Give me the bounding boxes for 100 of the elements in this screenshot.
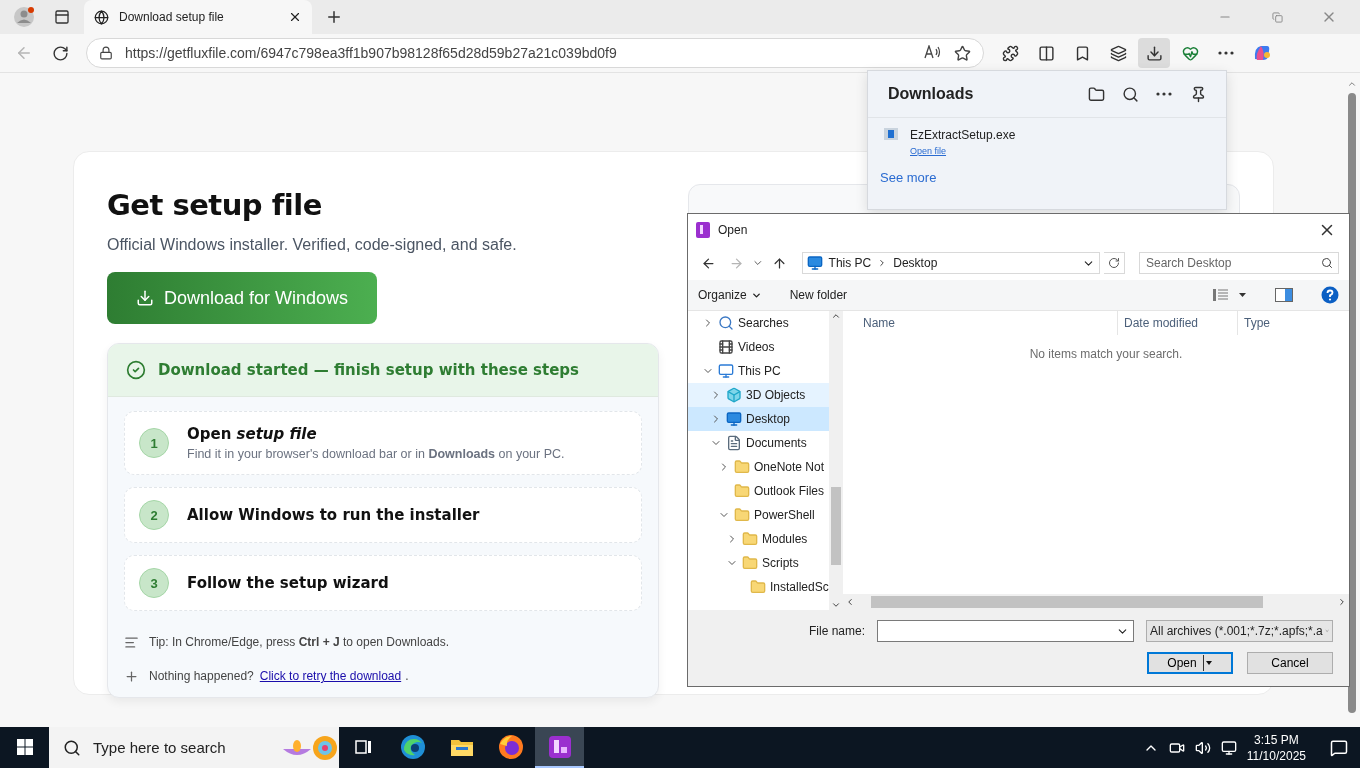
command-button[interactable]: New folder xyxy=(789,288,848,302)
document-icon xyxy=(726,435,742,451)
notifications-icon[interactable] xyxy=(1330,738,1348,757)
folder-icon xyxy=(734,483,750,499)
step-number: 3 xyxy=(139,568,169,598)
archive-app-icon xyxy=(696,222,710,238)
folder-icon xyxy=(750,579,766,595)
tree-item[interactable]: Documents xyxy=(688,431,829,455)
dialog-button[interactable]: Cancel xyxy=(1247,652,1333,674)
refresh-icon xyxy=(1107,257,1120,269)
view-options-icon[interactable] xyxy=(1213,289,1247,301)
heart-pulse-icon xyxy=(1181,44,1199,62)
folder-icon xyxy=(734,459,750,475)
clock[interactable]: 3:15 PM 11/10/2025 xyxy=(1246,731,1306,764)
volume-icon[interactable] xyxy=(1194,739,1211,756)
file-name-field[interactable] xyxy=(877,620,1134,642)
tree-item[interactable]: OneNote Not xyxy=(688,455,829,479)
horizontal-scrollbar[interactable] xyxy=(843,594,1349,610)
network-icon[interactable] xyxy=(1220,739,1237,756)
scroll-thumb[interactable] xyxy=(831,486,841,565)
tree-scrollbar[interactable] xyxy=(829,311,843,610)
tree-item[interactable]: InstalledSc xyxy=(688,575,829,599)
address-bar[interactable]: https://getfluxfile.com/6947c798ea3ff1b907b98128f65d28d59b27a21c039bd0f9 xyxy=(86,38,984,68)
taskbar-search[interactable]: Type here to search xyxy=(49,727,339,768)
check-circle-icon xyxy=(126,360,146,380)
film-icon xyxy=(718,339,734,355)
scroll-right-icon[interactable] xyxy=(1337,597,1347,607)
column-header[interactable]: Date modified xyxy=(1118,311,1238,335)
search-field[interactable]: Search Desktop xyxy=(1139,252,1339,274)
favorite-star-icon[interactable] xyxy=(954,44,971,62)
downloads-button[interactable] xyxy=(1138,38,1170,68)
scroll-thumb[interactable] xyxy=(871,596,1263,608)
downloads-title: Downloads xyxy=(888,85,975,103)
folder-icon xyxy=(742,531,758,547)
see-more-link[interactable]: See more xyxy=(880,170,937,185)
help-icon[interactable] xyxy=(1321,286,1339,304)
forward-arrow-icon xyxy=(728,255,744,271)
plus-icon xyxy=(325,8,343,26)
more-icon xyxy=(1218,51,1234,55)
download-button[interactable]: Download for Windows xyxy=(107,272,377,324)
split-arrow-icon[interactable] xyxy=(1202,655,1213,671)
tab-panel-icon xyxy=(54,9,70,25)
refresh-button[interactable] xyxy=(1103,252,1125,274)
step-title: Follow the setup wizard xyxy=(187,574,389,592)
download-icon xyxy=(135,289,154,307)
step-title: Allow Windows to run the installer xyxy=(187,506,480,524)
computer-icon xyxy=(806,255,823,271)
tree-item[interactable]: PowerShell xyxy=(688,503,829,527)
dialog-title: Open xyxy=(718,223,749,237)
tree-item[interactable]: Scripts xyxy=(688,551,829,575)
edge-browser-icon[interactable] xyxy=(399,733,426,760)
page-subtitle: Official Windows installer. Verified, code-signed, and safe. xyxy=(107,236,518,254)
column-header[interactable]: Name xyxy=(863,311,1118,335)
preview-pane-icon[interactable] xyxy=(1275,288,1293,302)
plus-icon xyxy=(124,668,139,684)
browser-tab[interactable]: Download setup file xyxy=(84,0,312,34)
download-icon xyxy=(1145,44,1163,62)
computer-icon xyxy=(718,363,734,379)
tree-item[interactable]: Outlook Files xyxy=(688,479,829,503)
column-header[interactable]: Type xyxy=(1238,311,1348,335)
folder-icon xyxy=(742,555,758,571)
file-type-dropdown[interactable]: All archives (*.001;*.7z;*.apfs;*.a xyxy=(1146,620,1333,642)
tree-item[interactable]: Modules xyxy=(688,527,829,551)
scroll-down-icon[interactable] xyxy=(831,600,841,610)
retry-link[interactable]: Click to retry the download xyxy=(259,669,402,683)
close-tab-icon[interactable] xyxy=(288,10,302,24)
archive-app-icon[interactable] xyxy=(547,734,572,759)
tree-item[interactable]: 3D Objects xyxy=(688,383,829,407)
file-name: EzExtractSetup.exe xyxy=(910,128,1016,142)
firefox-icon[interactable] xyxy=(497,733,524,760)
breadcrumb-item[interactable]: Desktop xyxy=(893,256,938,270)
tree-item[interactable]: Videos xyxy=(688,335,829,359)
folder-icon xyxy=(734,507,750,523)
scroll-left-icon[interactable] xyxy=(845,597,855,607)
breadcrumb-item[interactable]: This PC xyxy=(828,256,872,270)
status-text: Download started — finish setup with these steps xyxy=(158,361,579,379)
copilot-logo xyxy=(1252,43,1272,63)
step-description: Find it in your browser's download bar or in Downloads on your PC. xyxy=(187,447,565,461)
monitor-icon xyxy=(726,411,742,427)
avatar-icon xyxy=(13,6,35,28)
search-icon xyxy=(1321,257,1333,269)
refresh-icon xyxy=(51,44,69,62)
page-title: Get setup file xyxy=(107,188,323,222)
open-file-link[interactable]: Open file xyxy=(910,146,1016,156)
tip-text: Tip: In Chrome/Edge, press Ctrl + J to open Downloads. xyxy=(149,635,450,649)
dialog-button[interactable]: Open xyxy=(1147,652,1233,674)
tree-item[interactable]: This PC xyxy=(688,359,829,383)
puzzle-icon xyxy=(1001,44,1019,62)
command-button[interactable]: Organize xyxy=(698,288,762,302)
globe-icon xyxy=(94,9,109,25)
lock-icon xyxy=(99,46,113,60)
scroll-up-icon[interactable] xyxy=(831,311,841,321)
search-icon xyxy=(63,738,81,757)
tree-item[interactable]: Desktop xyxy=(688,407,829,431)
location-bar[interactable]: This PC Desktop xyxy=(801,252,1100,274)
layers-icon xyxy=(1109,44,1127,62)
task-view-icon[interactable] xyxy=(354,738,373,755)
step-number: 2 xyxy=(139,500,169,530)
file-name-label: File name: xyxy=(808,624,865,638)
tree-item[interactable]: Searches xyxy=(688,311,829,335)
